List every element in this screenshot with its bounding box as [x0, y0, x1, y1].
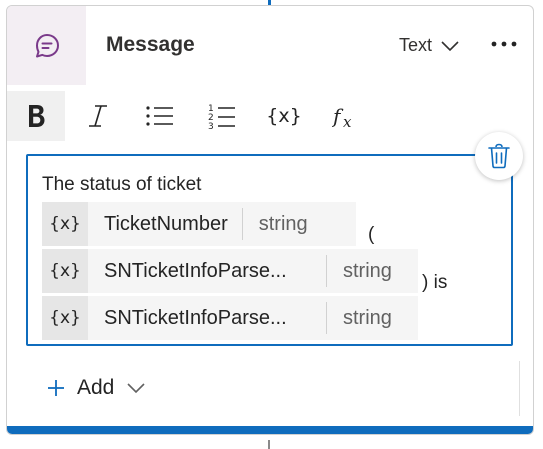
insert-variable-button[interactable]: {x}: [255, 91, 313, 141]
message-text-suffix: ) is: [422, 272, 448, 293]
svg-text:x: x: [343, 113, 352, 130]
variable-type: string: [343, 306, 392, 329]
add-content-button[interactable]: Add: [47, 376, 146, 400]
more-horizontal-icon: [491, 41, 517, 47]
divider: [519, 361, 520, 416]
message-type-label: Text: [399, 35, 433, 55]
insert-formula-button[interactable]: f x: [317, 91, 375, 141]
flow-connector-bottom: [268, 440, 270, 449]
node-accent-bar: [7, 426, 533, 434]
add-label: Add: [77, 376, 115, 399]
message-text-paren: (: [368, 224, 375, 245]
chat-bubble-icon: [35, 33, 59, 57]
italic-button[interactable]: [69, 91, 127, 141]
bold-button[interactable]: [7, 91, 65, 141]
bulleted-list-icon: [146, 106, 173, 126]
bold-icon: [29, 105, 45, 127]
variable-name: SNTicketInfoParse...: [104, 259, 287, 282]
svg-text:3: 3: [208, 122, 214, 130]
variable-icon: {x}: [42, 249, 88, 293]
more-options-button[interactable]: [489, 32, 519, 56]
chevron-down-icon: [127, 383, 145, 394]
plus-icon: [48, 380, 64, 396]
numbered-list-button[interactable]: 1 2 3: [193, 91, 251, 141]
node-header: Message Text: [7, 6, 533, 86]
variable-name: TicketNumber: [104, 212, 228, 235]
numbered-list-icon: 1 2 3: [208, 104, 235, 130]
variable-type: string: [343, 259, 392, 282]
message-text-prefix: The status of ticket: [42, 174, 202, 195]
variable-icon: {x}: [42, 296, 88, 340]
formatting-toolbar: 1 2 3 {x} f x: [7, 91, 533, 141]
trash-icon: [488, 143, 510, 169]
variable-chip[interactable]: {x} TicketNumber string: [42, 202, 356, 246]
message-text-editor[interactable]: The status of ticket {x} TicketNumber st…: [26, 154, 513, 346]
variable-icon: {x}: [266, 105, 302, 127]
delete-button[interactable]: [475, 132, 523, 180]
italic-icon: [89, 105, 107, 127]
node-title: Message: [106, 33, 195, 56]
variable-chip[interactable]: {x} SNTicketInfoParse... string: [42, 296, 418, 340]
formula-icon: f x: [332, 104, 352, 130]
variable-type: string: [258, 212, 308, 235]
variable-icon: {x}: [42, 202, 88, 246]
message-node-card[interactable]: Message Text 1 2 3 {x} f x The status of…: [6, 5, 534, 435]
variable-name: SNTicketInfoParse...: [104, 306, 287, 329]
message-icon-container: [7, 6, 86, 85]
message-type-dropdown[interactable]: Text: [399, 35, 460, 56]
variable-chip[interactable]: {x} SNTicketInfoParse... string: [42, 249, 418, 293]
chevron-down-icon: [441, 40, 459, 51]
bulleted-list-button[interactable]: [131, 91, 189, 141]
